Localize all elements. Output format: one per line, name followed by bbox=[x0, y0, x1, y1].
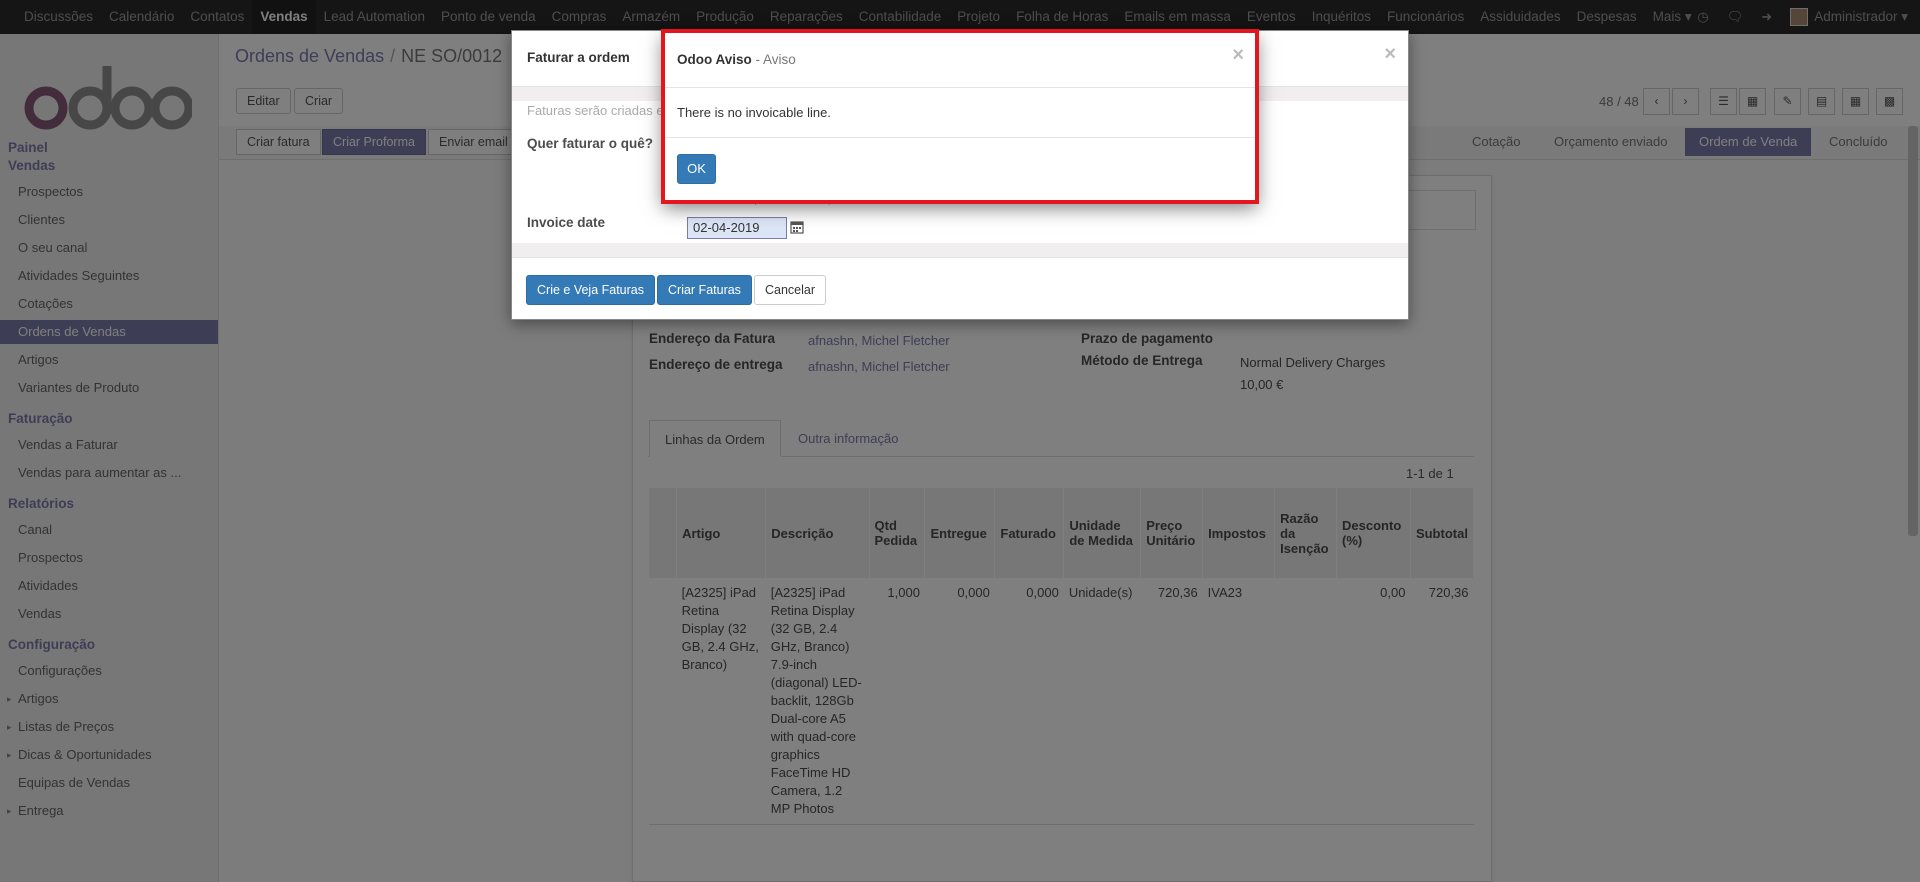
create-and-view-invoices-button[interactable]: Crie e Veja Faturas bbox=[526, 275, 655, 305]
invoice-date-input[interactable]: 02-04-2019 bbox=[687, 217, 787, 239]
close-icon[interactable]: × bbox=[1384, 43, 1396, 66]
invoice-hint: Faturas serão criadas e bbox=[527, 103, 664, 118]
invoice-date-label: Invoice date bbox=[527, 215, 606, 230]
calendar-icon[interactable] bbox=[790, 220, 804, 234]
highlight-frame bbox=[661, 29, 1259, 204]
cancel-button[interactable]: Cancelar bbox=[754, 275, 827, 305]
dialog-title: Faturar a ordem bbox=[527, 50, 630, 65]
advance-payment-label: Quer faturar o quê? bbox=[527, 136, 654, 151]
create-invoices-button[interactable]: Criar Faturas bbox=[657, 275, 752, 305]
